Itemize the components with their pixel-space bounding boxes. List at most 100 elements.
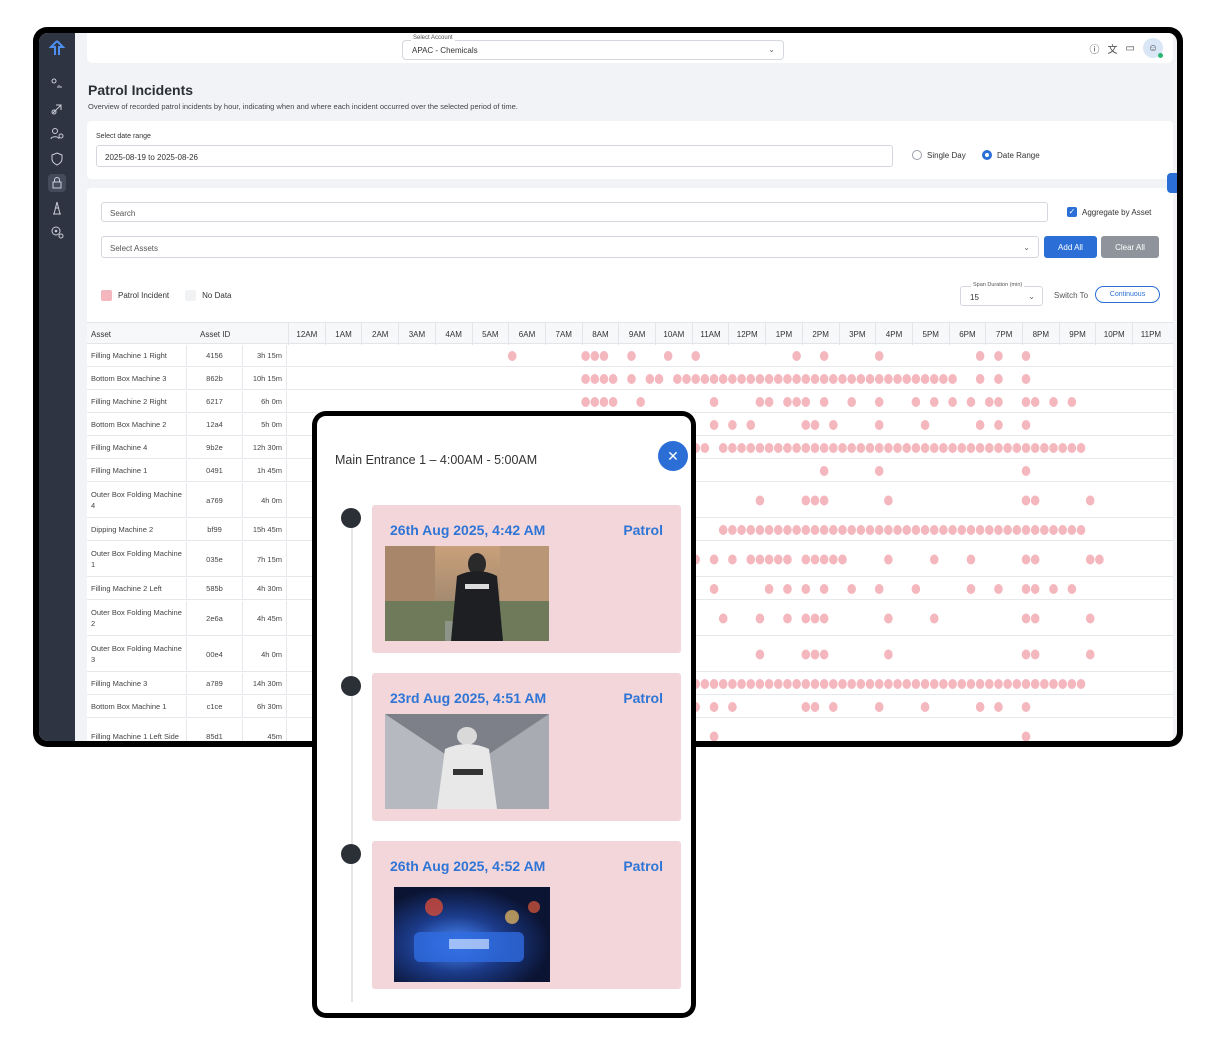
logo-icon [48, 40, 66, 55]
hour-column-header: 12PM [728, 323, 765, 345]
incident-type: Patrol [623, 858, 663, 874]
single-day-radio[interactable]: Single Day [912, 150, 966, 160]
hour-column-header: 11AM [691, 323, 729, 345]
incident-date: 26th Aug 2025, 4:52 AM [390, 858, 546, 874]
shield-icon[interactable] [48, 150, 66, 168]
hour-column-header: 7AM [544, 323, 582, 345]
duration-cell: 6h 0m [243, 391, 287, 412]
users-icon[interactable] [48, 125, 66, 143]
aggregate-checkbox[interactable]: ✓ Aggregate by Asset [1067, 207, 1151, 217]
location-settings-icon[interactable] [48, 223, 66, 241]
duration-cell: 4h 0m [243, 637, 287, 671]
incident-card[interactable]: 26th Aug 2025, 4:42 AM Patrol [372, 505, 681, 653]
page-title: Patrol Incidents [88, 82, 194, 98]
hour-column-header: 6PM [948, 323, 986, 345]
asset-name-cell: Filling Machine 1 Right [91, 345, 187, 366]
switch-to-label: Switch To [1054, 291, 1089, 300]
incident-date: 23rd Aug 2025, 4:51 AM [390, 690, 547, 706]
rocket-icon[interactable] [48, 100, 66, 118]
date-range-input[interactable]: 2025-08-19 to 2025-08-26 [96, 145, 893, 167]
timeline-dot [341, 844, 361, 864]
incident-card[interactable]: 23rd Aug 2025, 4:51 AM Patrol [372, 673, 681, 821]
duration-cell: 10h 15m [243, 368, 287, 389]
assets-select-placeholder: Select Assets [110, 244, 159, 253]
radio-selected-icon [982, 150, 992, 160]
translate-icon[interactable]: 文 [1108, 41, 1118, 56]
popup-title: Main Entrance 1 – 4:00AM - 5:00AM [335, 453, 538, 467]
asset-id-cell: 585b [187, 578, 243, 599]
duration-cell: 4h 45m [243, 601, 287, 635]
timeline-dot [341, 676, 361, 696]
incident-type: Patrol [623, 522, 663, 538]
incident-popup: Main Entrance 1 – 4:00AM - 5:00AM ✕ 26th… [312, 411, 696, 1018]
asset-name-cell: Filling Machine 4 [91, 437, 187, 458]
help-icon[interactable]: ⓘ [1090, 41, 1100, 56]
hour-column-header: 8AM [581, 323, 619, 345]
incident-popup-panel: Main Entrance 1 – 4:00AM - 5:00AM ✕ 26th… [317, 416, 691, 1013]
top-bar: Select Account APAC - Chemicals ⌄ ⓘ 文 ▭ … [87, 33, 1173, 63]
settings-tab[interactable] [1167, 173, 1177, 193]
asset-name-cell: Filling Machine 3 [91, 673, 187, 694]
duration-cell: 15h 45m [243, 519, 287, 540]
monitor-icon[interactable]: ▭ [1126, 43, 1135, 54]
online-status-dot [1158, 53, 1163, 58]
chevron-down-icon: ⌄ [1028, 292, 1035, 301]
hour-column-header: 10AM [655, 323, 692, 345]
asset-id-column-header[interactable]: Asset ID [200, 323, 230, 345]
hour-column-header: 1AM [324, 323, 362, 345]
hour-column-header: 3PM [838, 323, 876, 345]
asset-id-cell: 2e6a [187, 601, 243, 635]
search-input[interactable]: Search [101, 202, 1048, 222]
asset-id-cell: 00e4 [187, 637, 243, 671]
assets-select[interactable]: Select Assets ⌄ [101, 236, 1039, 258]
hour-column-header: 2PM [801, 323, 839, 345]
single-day-label: Single Day [927, 150, 966, 160]
asset-column-header[interactable]: Asset [91, 323, 111, 345]
date-range-radio[interactable]: Date Range [982, 150, 1040, 160]
asset-name-cell: Outer Box Folding Machine 3 [91, 637, 187, 671]
search-placeholder: Search [110, 209, 136, 218]
span-duration-select[interactable]: Span Duration (min) 15 ⌄ [960, 282, 1043, 306]
span-duration-label: Span Duration (min) [971, 282, 1025, 288]
duration-cell: 4h 0m [243, 483, 287, 517]
asset-id-cell: c1ce [187, 696, 243, 717]
close-button[interactable]: ✕ [658, 441, 688, 471]
incident-photo[interactable] [385, 714, 549, 809]
date-range-value: 2025-08-19 to 2025-08-26 [105, 153, 198, 162]
account-select[interactable]: Select Account APAC - Chemicals ⌄ [402, 35, 784, 60]
account-select-value: APAC - Chemicals [412, 46, 478, 55]
clear-all-button[interactable]: Clear All [1101, 236, 1159, 258]
nodata-swatch [185, 290, 197, 301]
add-all-button[interactable]: Add All [1044, 236, 1097, 258]
aggregate-label: Aggregate by Asset [1082, 207, 1152, 217]
incident-photo[interactable] [394, 887, 550, 982]
legend-incident-label: Patrol Incident [118, 291, 170, 300]
chevron-down-icon: ⌄ [1023, 243, 1030, 252]
duration-cell: 14h 30m [243, 673, 287, 694]
timeline-dot [341, 508, 361, 528]
table-row[interactable]: Filling Machine 2 Right 6217 6h 0m [87, 391, 1173, 413]
hour-column-header: 5AM [471, 323, 509, 345]
lock-icon[interactable] [48, 174, 66, 192]
duration-cell: 4h 30m [243, 578, 287, 599]
chevron-down-icon: ⌄ [768, 45, 775, 54]
sidebar [39, 33, 75, 741]
incident-photo[interactable] [385, 546, 549, 641]
asset-name-cell: Bottom Box Machine 2 [91, 414, 187, 435]
incident-card[interactable]: 26th Aug 2025, 4:52 AM Patrol [372, 841, 681, 989]
asset-id-cell: a789 [187, 673, 243, 694]
dashboard-icon[interactable] [48, 75, 66, 93]
date-range-radio-label: Date Range [997, 150, 1040, 160]
hour-column-header: 9PM [1058, 323, 1096, 345]
user-icon: ☺ [1147, 42, 1159, 54]
table-row[interactable]: Bottom Box Machine 3 862b 10h 15m [87, 368, 1173, 390]
asset-name-cell: Filling Machine 1 [91, 460, 187, 481]
hour-column-header: 4AM [434, 323, 472, 345]
asset-id-cell: 862b [187, 368, 243, 389]
duration-cell: 3h 15m [243, 345, 287, 366]
continuous-toggle[interactable]: Continuous [1095, 286, 1160, 303]
table-row[interactable]: Filling Machine 1 Right 4156 3h 15m [87, 345, 1173, 367]
tower-icon[interactable] [48, 199, 66, 217]
avatar[interactable]: ☺ [1143, 38, 1163, 58]
hour-column-header: 9AM [618, 323, 655, 345]
